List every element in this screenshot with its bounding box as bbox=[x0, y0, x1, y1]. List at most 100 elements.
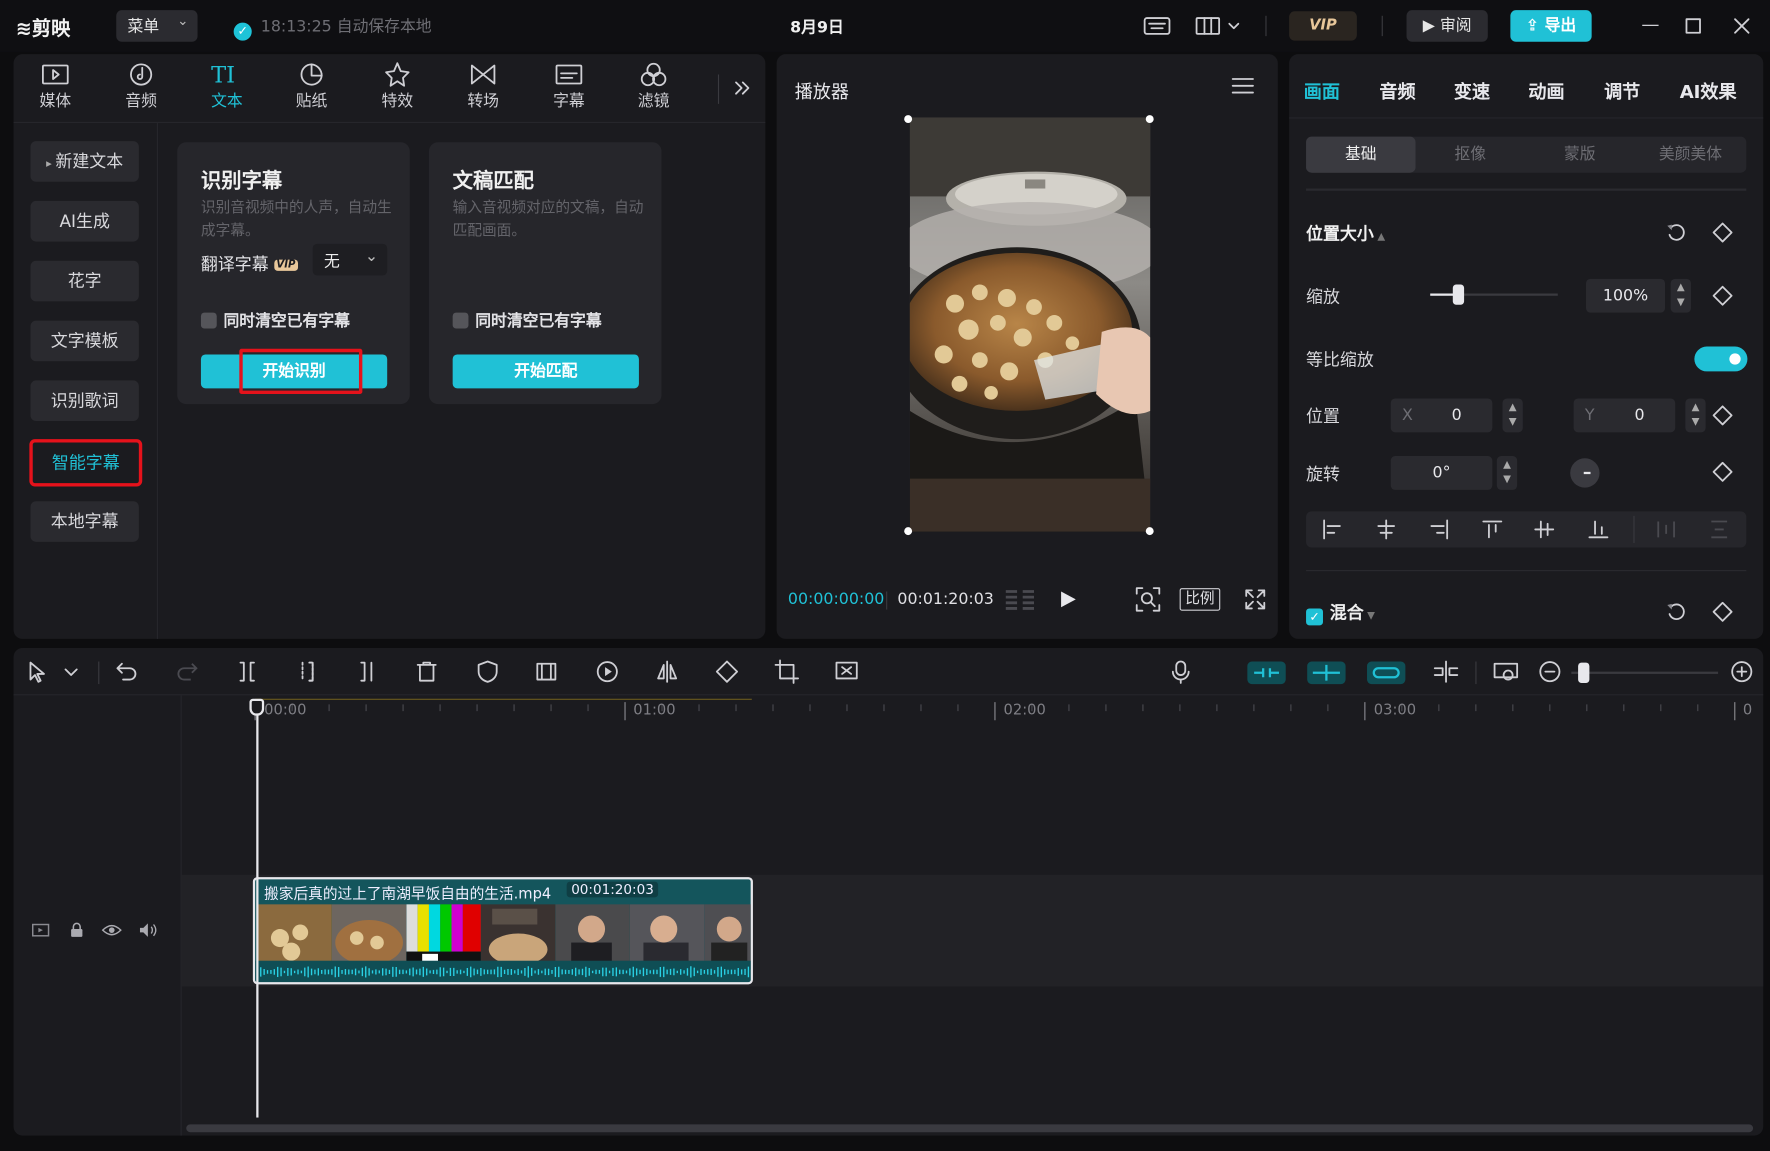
subtab-basic[interactable]: 基础 bbox=[1306, 136, 1416, 173]
rotate-icon[interactable] bbox=[715, 659, 740, 684]
keyframe-icon[interactable] bbox=[1711, 284, 1734, 307]
microphone-icon[interactable] bbox=[1169, 659, 1192, 684]
focus-zoom-icon[interactable] bbox=[1134, 586, 1161, 613]
linkage-toggle[interactable] bbox=[1367, 661, 1406, 685]
resize-handle[interactable] bbox=[904, 527, 913, 536]
redo-icon[interactable] bbox=[175, 659, 200, 684]
keyframe-icon[interactable] bbox=[1711, 221, 1734, 244]
more-tabs-icon[interactable] bbox=[731, 77, 754, 100]
keyframe-icon[interactable] bbox=[1711, 461, 1734, 484]
zoom-in-icon[interactable] bbox=[1729, 659, 1754, 684]
delete-icon[interactable] bbox=[414, 659, 439, 684]
timeline-grid-icon[interactable] bbox=[1004, 587, 1038, 612]
subtab-cutout[interactable]: 抠像 bbox=[1416, 137, 1525, 173]
tab-audio[interactable]: 音频 bbox=[1379, 77, 1415, 104]
sidebar-item-smart-subtitle[interactable]: 智能字幕 bbox=[29, 439, 143, 487]
resize-handle[interactable] bbox=[904, 115, 913, 124]
zoom-slider-track[interactable] bbox=[1571, 671, 1719, 674]
tab-adjust[interactable]: 调节 bbox=[1604, 77, 1640, 104]
keyframe-icon[interactable] bbox=[1711, 601, 1734, 624]
position-x-stepper[interactable]: ▲ ▼ bbox=[1502, 398, 1523, 433]
distribute-horizontal-icon[interactable] bbox=[1656, 519, 1676, 539]
align-center-vertical-icon[interactable] bbox=[1534, 519, 1555, 539]
keyframe-icon[interactable] bbox=[1711, 404, 1734, 427]
zoom-out-icon[interactable] bbox=[1537, 659, 1562, 684]
aspect-ratio-button[interactable]: 比例 bbox=[1179, 588, 1221, 611]
blend-section[interactable]: ✓ 混合 ▼ bbox=[1306, 601, 1375, 626]
tab-text[interactable]: TI 文本 bbox=[187, 59, 266, 115]
menu-lines-icon[interactable] bbox=[1230, 75, 1255, 98]
sidebar-item-ai-generate[interactable]: AI生成 bbox=[30, 200, 139, 242]
smart-remove-icon[interactable] bbox=[834, 659, 861, 684]
translate-language-select[interactable]: 无 ⌄ bbox=[312, 243, 388, 276]
blend-checkbox[interactable]: ✓ bbox=[1306, 608, 1323, 626]
minimize-icon[interactable]: — bbox=[1641, 14, 1659, 35]
reset-icon[interactable] bbox=[1666, 222, 1686, 242]
align-top-icon[interactable] bbox=[1482, 519, 1503, 539]
freeze-frame-icon[interactable] bbox=[534, 659, 559, 684]
auto-snap-toggle[interactable] bbox=[1307, 661, 1346, 685]
start-match-button[interactable]: 开始匹配 bbox=[452, 354, 639, 389]
split-right-icon[interactable] bbox=[354, 659, 379, 684]
horizontal-scrollbar[interactable] bbox=[186, 1124, 1754, 1133]
tab-sticker[interactable]: 贴纸 bbox=[272, 59, 351, 115]
menu-button[interactable]: 菜单 ⌄ bbox=[116, 10, 198, 42]
playhead-handle[interactable] bbox=[249, 698, 265, 716]
video-clip[interactable]: 搬家后真的过上了南湖早饭自由的生活.mp4 00:01:20:03 bbox=[252, 877, 753, 985]
main-track-magnet-toggle[interactable] bbox=[1247, 661, 1286, 685]
tab-subtitle[interactable]: 字幕 bbox=[529, 59, 608, 115]
volume-icon[interactable] bbox=[138, 921, 161, 939]
sidebar-item-new-text[interactable]: ▸ 新建文本 bbox=[30, 141, 139, 182]
play-icon[interactable] bbox=[1057, 588, 1080, 611]
undo-icon[interactable] bbox=[114, 659, 139, 684]
scale-slider-thumb[interactable] bbox=[1452, 284, 1465, 305]
reset-icon[interactable] bbox=[1666, 602, 1686, 622]
maximize-icon[interactable] bbox=[1684, 17, 1702, 35]
tab-ai-effects[interactable]: AI效果 bbox=[1680, 77, 1737, 104]
section-position-size[interactable]: 位置大小 ▲ bbox=[1306, 221, 1385, 245]
tab-audio[interactable]: 音频 bbox=[102, 59, 181, 115]
scale-stepper[interactable]: ▲ ▼ bbox=[1670, 278, 1691, 313]
chevron-down-icon[interactable] bbox=[63, 666, 79, 680]
select-pointer-icon[interactable] bbox=[25, 659, 50, 684]
preview-axis-icon[interactable] bbox=[1431, 659, 1460, 684]
rotate-stepper[interactable]: ▲ ▼ bbox=[1496, 456, 1518, 490]
zoom-fit-icon[interactable] bbox=[1492, 659, 1519, 684]
clear-existing-checkbox[interactable]: 同时清空已有字幕 bbox=[452, 309, 602, 332]
rotate-dial[interactable] bbox=[1570, 458, 1600, 488]
split-icon[interactable] bbox=[235, 659, 260, 684]
crop-icon[interactable] bbox=[774, 659, 799, 684]
align-left-icon[interactable] bbox=[1322, 519, 1342, 540]
position-y-input[interactable]: Y0 bbox=[1573, 398, 1676, 433]
tab-picture[interactable]: 画面 bbox=[1304, 77, 1340, 104]
track-video-icon[interactable] bbox=[30, 921, 50, 939]
uniform-scale-toggle[interactable] bbox=[1694, 346, 1748, 372]
subtab-mask[interactable]: 蒙版 bbox=[1525, 137, 1634, 173]
sidebar-item-recognize-lyrics[interactable]: 识别歌词 bbox=[30, 380, 139, 422]
tab-effects[interactable]: 特效 bbox=[358, 59, 437, 115]
vip-button[interactable]: VIP bbox=[1289, 11, 1357, 41]
tab-filter[interactable]: 滤镜 bbox=[614, 59, 693, 115]
playhead-line[interactable] bbox=[256, 711, 259, 1118]
mirror-icon[interactable] bbox=[655, 659, 680, 684]
review-button[interactable]: ▶ 审阅 bbox=[1406, 10, 1488, 42]
align-right-icon[interactable] bbox=[1429, 519, 1449, 540]
reverse-play-icon[interactable] bbox=[595, 659, 620, 684]
tab-transition[interactable]: 转场 bbox=[444, 59, 523, 115]
position-x-input[interactable]: X0 bbox=[1390, 398, 1493, 433]
close-icon[interactable] bbox=[1733, 17, 1751, 35]
zoom-slider-thumb[interactable] bbox=[1578, 662, 1590, 683]
scale-input[interactable]: 100% bbox=[1586, 278, 1666, 313]
position-y-stepper[interactable]: ▲ ▼ bbox=[1685, 398, 1706, 433]
eye-icon[interactable] bbox=[101, 921, 122, 939]
sidebar-item-local-subtitle[interactable]: 本地字幕 bbox=[30, 501, 139, 542]
subtab-beauty[interactable]: 美颜美体 bbox=[1636, 137, 1745, 173]
rotate-input[interactable]: 0° bbox=[1390, 456, 1493, 490]
shield-icon[interactable] bbox=[475, 659, 500, 684]
align-center-horizontal-icon[interactable] bbox=[1376, 519, 1396, 540]
tab-media[interactable]: 媒体 bbox=[16, 59, 95, 115]
shortcut-keyboard-icon[interactable] bbox=[1142, 15, 1171, 38]
export-button[interactable]: ⇪ 导出 bbox=[1510, 10, 1592, 42]
resize-handle[interactable] bbox=[1145, 527, 1154, 536]
sidebar-item-fancy-text[interactable]: 花字 bbox=[30, 260, 139, 302]
